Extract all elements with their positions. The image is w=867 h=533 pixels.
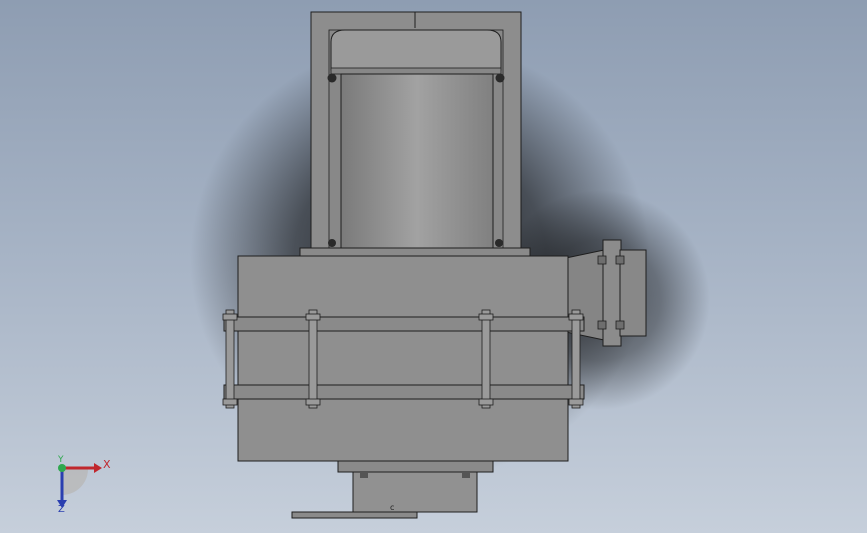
y-axis-dot [58,464,66,472]
graphics-viewport[interactable]: c X Y Z [0,0,867,533]
triad-y-label: Y [58,455,64,465]
bottom-inlet: c [291,460,494,519]
svg-text:c: c [390,503,394,512]
pump-casing [223,255,585,462]
triad-x-label: X [103,458,111,471]
triad-z-label: Z [58,504,65,515]
axis-triad [57,463,102,508]
model-drawing: c [57,11,710,519]
